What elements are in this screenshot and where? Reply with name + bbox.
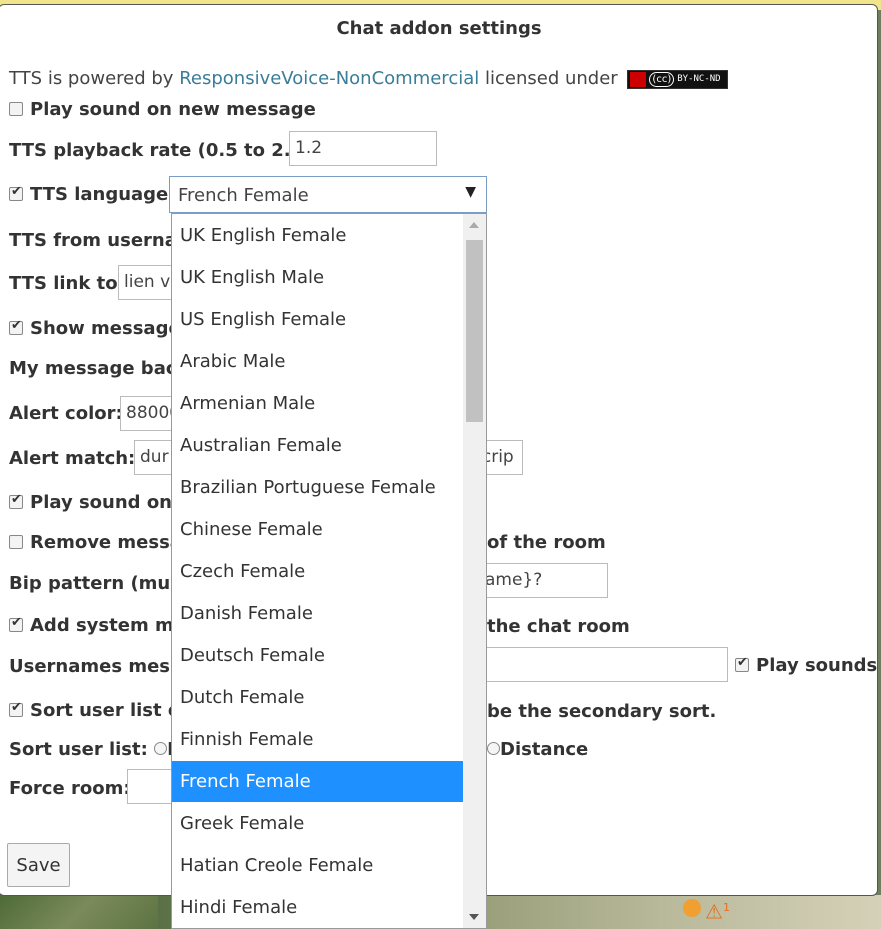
my-message-back-label: My message back	[9, 358, 189, 379]
map-marker-dot[interactable]	[683, 899, 701, 917]
dropdown-option[interactable]: Armenian Male	[172, 383, 463, 424]
tts-powered-row: TTS is powered by ResponsiveVoice-NonCom…	[9, 68, 728, 89]
sort-user-list-checkbox[interactable]	[9, 700, 23, 717]
dropdown-option[interactable]: Finnish Female	[172, 719, 463, 760]
show-message-checkbox[interactable]	[9, 318, 23, 335]
tts-language-label: TTS language:	[30, 184, 176, 205]
play-sound-new-message-checkbox[interactable]	[9, 102, 23, 116]
dropdown-option[interactable]: UK English Male	[172, 257, 463, 298]
play-sound-new-message-row: Play sound on new message	[9, 99, 316, 120]
dropdown-scrollbar[interactable]	[463, 214, 486, 928]
dropdown-option[interactable]: Greek Female	[172, 803, 463, 844]
play-sound-on-label: Play sound on	[30, 492, 172, 513]
dropdown-option[interactable]: Arabic Male	[172, 341, 463, 382]
scroll-up-arrow-icon[interactable]	[469, 222, 479, 228]
tts-rate-input[interactable]: 1.2	[289, 131, 437, 166]
play-sound-new-message-label: Play sound on new message	[30, 99, 316, 120]
usernames-message-label: Usernames mess	[9, 656, 181, 677]
dropdown-option[interactable]: Czech Female	[172, 551, 463, 592]
play-sound-on-checkbox[interactable]	[9, 492, 23, 509]
sort-user-list-label: Sort user list o	[30, 700, 181, 721]
map-badge-icon[interactable]: ⚠1	[705, 898, 730, 922]
add-system-checkbox[interactable]	[9, 615, 23, 632]
remove-message-tail: of the room	[487, 532, 606, 553]
tts-rate-label: TTS playback rate (0.5 to 2.0):	[9, 140, 319, 161]
force-room-input[interactable]	[127, 769, 177, 804]
tts-language-selected-value: French Female	[178, 185, 309, 206]
dropdown-option[interactable]: Hatian Creole Female	[172, 845, 463, 886]
dropdown-option-selected[interactable]: French Female	[172, 761, 463, 802]
show-message-row: Show message	[9, 318, 181, 339]
dropdown-option[interactable]: Dutch Female	[172, 677, 463, 718]
play-sound-on-row: Play sound on	[9, 492, 172, 513]
cc-license-badge-icon[interactable]: (cc) BY-NC-ND	[627, 70, 728, 89]
bip-pattern-input[interactable]: ame}?	[470, 563, 608, 598]
dropdown-option[interactable]: Hindi Female	[172, 887, 463, 928]
tts-powered-prefix: TTS is powered by	[9, 68, 174, 89]
tts-licensed-text: licensed under	[484, 68, 618, 89]
save-button[interactable]: Save	[7, 843, 70, 887]
play-sounds-label: Play sounds	[756, 655, 878, 676]
dropdown-option[interactable]: US English Female	[172, 299, 463, 340]
dialog-title: Chat addon settings	[336, 18, 542, 39]
add-system-label: Add system m	[30, 615, 174, 636]
remove-message-label: Remove messa	[30, 532, 182, 553]
tts-link-to-label: TTS link to:	[9, 273, 125, 294]
bip-pattern-label: Bip pattern (mus	[9, 573, 181, 594]
tts-language-select[interactable]: French Female ▼	[169, 176, 487, 213]
sort-distance-row: Distance	[487, 739, 588, 760]
tts-language-checkbox[interactable]	[9, 184, 23, 201]
remove-message-row: Remove messa	[9, 532, 182, 553]
tts-from-usernames-label: TTS from userna	[9, 230, 177, 251]
sort-user-list-radio-row: Sort user list: N	[9, 739, 182, 760]
sort-user-list-radio-label: Sort user list:	[9, 739, 148, 760]
play-sounds-checkbox[interactable]	[735, 655, 749, 672]
dropdown-option[interactable]: Danish Female	[172, 593, 463, 634]
alert-match-label: Alert match:	[9, 448, 136, 469]
remove-message-checkbox[interactable]	[9, 535, 23, 549]
scroll-thumb[interactable]	[466, 240, 483, 422]
sort-user-list-row: Sort user list o	[9, 700, 180, 721]
add-system-tail: the chat room	[487, 616, 630, 637]
dropdown-option[interactable]: Australian Female	[172, 425, 463, 466]
force-room-label: Force room:	[9, 778, 131, 799]
map-tile	[0, 895, 158, 929]
sort-distance-radio[interactable]	[487, 742, 500, 755]
show-message-label: Show message	[30, 318, 181, 339]
add-system-row: Add system m	[9, 615, 174, 636]
tts-language-row: TTS language:	[9, 184, 175, 205]
play-sounds-row: Play sounds	[735, 655, 877, 676]
tts-language-dropdown[interactable]: UK English Female UK English Male US Eng…	[171, 213, 487, 929]
alert-color-label: Alert color:	[9, 403, 123, 424]
dropdown-option[interactable]: Chinese Female	[172, 509, 463, 550]
map-badge-count: 1	[722, 901, 730, 914]
responsivevoice-link[interactable]: ResponsiveVoice-NonCommercial	[179, 68, 479, 89]
tts-link-to-input[interactable]: lien v	[118, 265, 178, 300]
sort-distance-radio-label: Distance	[500, 739, 589, 760]
dropdown-option[interactable]: UK English Female	[172, 215, 463, 256]
scroll-down-arrow-icon[interactable]	[469, 914, 479, 920]
sort-user-list-tail: be the secondary sort.	[487, 701, 717, 722]
dropdown-option[interactable]: Brazilian Portuguese Female	[172, 467, 463, 508]
dropdown-option[interactable]: Deutsch Female	[172, 635, 463, 676]
usernames-message-input[interactable]	[470, 647, 728, 682]
sort-name-radio[interactable]	[154, 742, 168, 755]
chevron-down-icon: ▼	[465, 184, 476, 200]
